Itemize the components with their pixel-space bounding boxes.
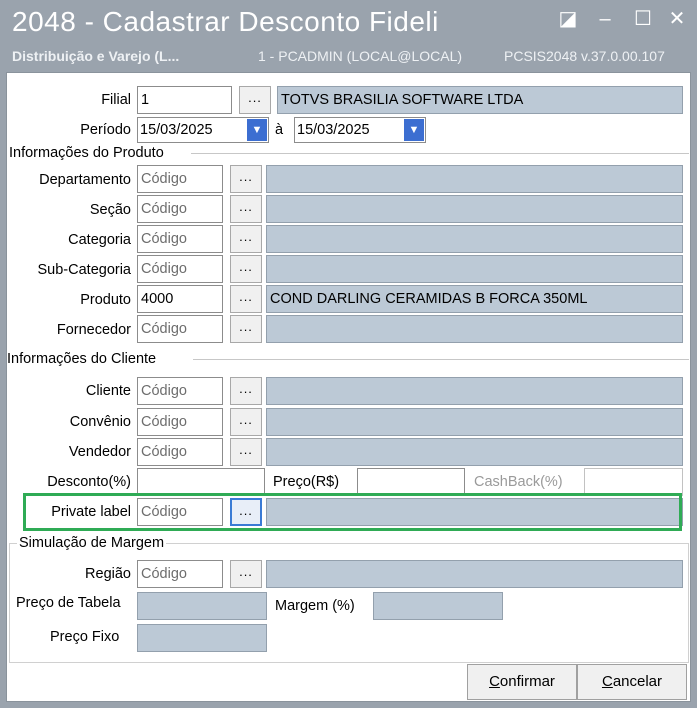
secao-description <box>266 195 683 223</box>
confirm-label: onfirmar <box>499 673 555 690</box>
produto-input[interactable]: 4000 <box>137 285 223 313</box>
fornecedor-label: Fornecedor <box>56 322 131 338</box>
secao-input[interactable]: Código <box>137 195 223 223</box>
company-label: Distribuição e Varejo (L... <box>12 48 180 64</box>
form-area: Filial 1 ... TOTVS BRASILIA SOFTWARE LTD… <box>6 72 691 702</box>
produto-group-title: Informações do Produto <box>9 145 164 161</box>
fornecedor-description <box>266 315 683 343</box>
convenio-label: Convênio <box>69 414 131 430</box>
chevron-down-icon[interactable]: ▼ <box>404 119 424 141</box>
periodo-separator: à <box>275 122 284 138</box>
private-label-highlight <box>23 493 682 531</box>
preco-fixo-value <box>137 624 267 652</box>
margem-label: Margem (%) <box>275 598 355 614</box>
produto-description: COND DARLING CERAMIDAS B FORCA 350ML <box>266 285 683 313</box>
window-title: 2048 - Cadastrar Desconto Fideli <box>12 6 439 37</box>
title-bar[interactable]: 2048 - Cadastrar Desconto Fideli ◪ – ☐ ✕… <box>0 0 697 70</box>
cliente-search-button[interactable]: ... <box>230 377 262 405</box>
minimize-button[interactable]: – <box>592 6 618 32</box>
vendedor-search-button[interactable]: ... <box>230 438 262 466</box>
departamento-search-button[interactable]: ... <box>230 165 262 193</box>
categoria-description <box>266 225 683 253</box>
subcategoria-description <box>266 255 683 283</box>
produto-label: Produto <box>80 292 131 308</box>
periodo-end-value: 15/03/2025 <box>297 122 370 138</box>
preco-label: Preço(R$) <box>273 474 340 490</box>
cancel-button[interactable]: Cancelar <box>577 664 687 700</box>
preco-tabela-label: Preço de Tabela <box>16 595 121 611</box>
cancel-label: ancelar <box>612 673 663 690</box>
restore-icon[interactable]: ◪ <box>555 6 581 32</box>
vendedor-description <box>266 438 683 466</box>
convenio-description <box>266 408 683 436</box>
close-button[interactable]: ✕ <box>664 6 690 32</box>
cashback-label: CashBack(%) <box>474 474 563 490</box>
categoria-label: Categoria <box>68 232 131 248</box>
convenio-search-button[interactable]: ... <box>230 408 262 436</box>
cliente-label: Cliente <box>85 383 131 399</box>
cliente-group-divider <box>193 359 689 360</box>
confirm-button[interactable]: Confirmar <box>467 664 577 700</box>
categoria-input[interactable]: Código <box>137 225 223 253</box>
produto-group-divider <box>191 153 689 154</box>
departamento-label: Departamento <box>39 172 131 188</box>
categoria-search-button[interactable]: ... <box>230 225 262 253</box>
vendedor-input[interactable]: Código <box>137 438 223 466</box>
fornecedor-input[interactable]: Código <box>137 315 223 343</box>
cashback-input[interactable] <box>584 468 683 496</box>
chevron-down-icon[interactable]: ▼ <box>247 119 267 141</box>
filial-input[interactable]: 1 <box>137 86 232 114</box>
preco-tabela-value <box>137 592 267 620</box>
cliente-input[interactable]: Código <box>137 377 223 405</box>
periodo-end-date[interactable]: 15/03/2025 ▼ <box>294 117 426 143</box>
regiao-description <box>266 560 683 588</box>
secao-label: Seção <box>89 202 131 218</box>
periodo-label: Período <box>80 122 131 138</box>
regiao-input[interactable]: Código <box>137 560 223 588</box>
maximize-button[interactable]: ☐ <box>630 6 656 32</box>
cliente-group-title: Informações do Cliente <box>7 351 157 367</box>
cliente-description <box>266 377 683 405</box>
preco-input[interactable] <box>357 468 465 496</box>
regiao-label: Região <box>85 566 131 582</box>
filial-label: Filial <box>101 92 131 108</box>
desconto-label: Desconto(%) <box>47 474 131 490</box>
cancel-mnemonic: C <box>601 673 613 690</box>
filial-description: TOTVS BRASILIA SOFTWARE LTDA <box>277 86 683 114</box>
subcategoria-input[interactable]: Código <box>137 255 223 283</box>
filial-search-button[interactable]: ... <box>239 86 271 114</box>
departamento-description <box>266 165 683 193</box>
regiao-search-button[interactable]: ... <box>230 560 262 588</box>
periodo-start-value: 15/03/2025 <box>140 122 213 138</box>
periodo-start-date[interactable]: 15/03/2025 ▼ <box>137 117 269 143</box>
produto-search-button[interactable]: ... <box>230 285 262 313</box>
simulacao-group-title: Simulação de Margem <box>17 535 167 551</box>
fornecedor-search-button[interactable]: ... <box>230 315 262 343</box>
vendedor-label: Vendedor <box>68 444 131 460</box>
convenio-input[interactable]: Código <box>137 408 223 436</box>
preco-fixo-label: Preço Fixo <box>50 629 120 645</box>
desconto-input[interactable] <box>137 468 265 496</box>
app-window: 2048 - Cadastrar Desconto Fideli ◪ – ☐ ✕… <box>0 0 697 708</box>
margem-value <box>373 592 503 620</box>
subcategoria-search-button[interactable]: ... <box>230 255 262 283</box>
secao-search-button[interactable]: ... <box>230 195 262 223</box>
user-label: 1 - PCADMIN (LOCAL@LOCAL) <box>258 48 463 64</box>
version-label: PCSIS2048 v.37.0.00.107 <box>504 48 665 64</box>
departamento-input[interactable]: Código <box>137 165 223 193</box>
confirm-mnemonic: C <box>489 673 500 690</box>
subcategoria-label: Sub-Categoria <box>37 262 132 278</box>
